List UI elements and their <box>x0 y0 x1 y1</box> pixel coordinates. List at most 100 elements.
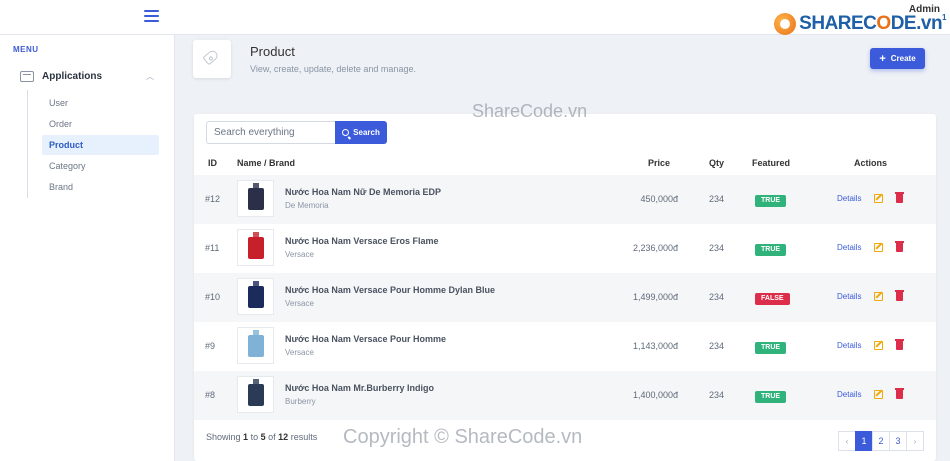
featured-badge: TRUE <box>755 342 787 354</box>
plus-icon: + <box>879 52 886 65</box>
product-price: 1,143,000đ <box>632 341 678 351</box>
create-button[interactable]: + Create <box>870 48 925 69</box>
edit-icon[interactable] <box>874 194 883 203</box>
edit-icon[interactable] <box>874 341 883 350</box>
product-thumbnail <box>237 327 274 364</box>
watermark-top: ShareCode.vn <box>472 101 588 121</box>
pagination-page-3[interactable]: 3 <box>889 431 907 451</box>
product-table-card: Search ID Name / Brand Price Qty Feature… <box>194 114 936 461</box>
pagination-page-2[interactable]: 2 <box>872 431 890 451</box>
results-summary: Showing 1 to 5 of 12 results <box>206 432 318 442</box>
product-name: Nước Hoa Nam Versace Eros Flame <box>285 236 439 246</box>
trash-icon[interactable] <box>895 192 904 203</box>
row-id: #8 <box>205 390 216 400</box>
product-qty: 234 <box>709 194 725 204</box>
search-button[interactable]: Search <box>335 121 387 144</box>
page-title: Product <box>250 44 295 59</box>
table-row: #9 Nước Hoa Nam Versace Pour Homme Versace… <box>194 322 936 371</box>
product-thumbnail <box>237 180 274 217</box>
details-link[interactable]: Details <box>837 243 861 252</box>
column-header-qty[interactable]: Qty <box>709 158 724 168</box>
pagination-page-1[interactable]: 1 <box>855 431 873 451</box>
table-header: ID Name / Brand Price Qty Featured Actio… <box>194 153 936 175</box>
product-qty: 234 <box>709 292 725 302</box>
pagination-next[interactable]: › <box>906 431 924 451</box>
column-header-price[interactable]: Price <box>648 158 670 168</box>
product-brand: Versace <box>285 250 314 259</box>
sidebar: MENU Applications ︿ User Order Product C… <box>0 35 175 461</box>
product-price: 1,400,000đ <box>632 390 678 400</box>
menu-heading: MENU <box>13 45 39 54</box>
trash-icon[interactable] <box>895 290 904 301</box>
edit-icon[interactable] <box>874 390 883 399</box>
details-link[interactable]: Details <box>837 341 861 350</box>
sidebar-item-category[interactable]: Category <box>42 156 159 176</box>
featured-badge: TRUE <box>755 391 787 403</box>
top-bar: Admin SHARECODE.vn1 <box>0 0 950 35</box>
product-brand: Versace <box>285 299 314 308</box>
search-input[interactable] <box>206 121 335 144</box>
product-qty: 234 <box>709 243 725 253</box>
row-id: #9 <box>205 341 216 351</box>
header-icon-box <box>193 40 231 78</box>
product-name: Nước Hoa Nam Versace Pour Homme Dylan Bl… <box>285 285 495 295</box>
logo-mark-icon <box>774 13 797 35</box>
search-button-label: Search <box>353 128 380 137</box>
box-icon <box>20 70 34 82</box>
trash-icon[interactable] <box>895 388 904 399</box>
product-qty: 234 <box>709 341 725 351</box>
details-link[interactable]: Details <box>837 292 861 301</box>
column-header-actions: Actions <box>854 158 888 168</box>
perfume-bottle-icon <box>247 329 264 357</box>
sidebar-group-label: Applications <box>42 70 103 82</box>
page-header: Product View, create, update, delete and… <box>175 35 950 96</box>
pagination: ‹ 1 2 3 › <box>838 431 924 451</box>
product-brand: Burberry <box>285 397 316 406</box>
featured-badge: TRUE <box>755 195 787 207</box>
product-price: 2,236,000đ <box>632 243 678 253</box>
product-qty: 234 <box>709 390 725 400</box>
column-header-id[interactable]: ID <box>208 158 217 168</box>
page-subtitle: View, create, update, delete and manage. <box>250 64 416 74</box>
sidebar-item-product[interactable]: Product <box>42 135 159 155</box>
table-row: #11 Nước Hoa Nam Versace Eros Flame Versac… <box>194 224 936 273</box>
column-header-name[interactable]: Name / Brand <box>237 158 295 168</box>
product-thumbnail <box>237 376 274 413</box>
row-id: #12 <box>205 194 221 204</box>
perfume-bottle-icon <box>247 378 264 406</box>
table-row: #8 Nước Hoa Nam Mr.Burberry Indigo Burberr… <box>194 371 936 420</box>
watermark-bottom: Copyright © ShareCode.vn <box>343 426 583 448</box>
sidebar-item-user[interactable]: User <box>42 93 159 113</box>
perfume-bottle-icon <box>247 182 264 210</box>
sharecode-logo: SHARECODE.vn1 <box>774 13 946 35</box>
sidebar-item-order[interactable]: Order <box>42 114 159 134</box>
edit-icon[interactable] <box>874 292 883 301</box>
perfume-bottle-icon <box>247 231 264 259</box>
product-brand: De Memoria <box>285 201 329 210</box>
perfume-bottle-icon <box>247 280 264 308</box>
chevron-up-icon: ︿ <box>146 71 154 81</box>
submenu-divider <box>27 90 28 198</box>
row-id: #11 <box>205 243 220 253</box>
search-icon <box>342 129 350 136</box>
featured-badge: FALSE <box>755 293 790 305</box>
details-link[interactable]: Details <box>837 390 861 399</box>
sidebar-item-brand[interactable]: Brand <box>42 177 159 197</box>
sidebar-group-applications[interactable]: Applications ︿ <box>20 68 160 84</box>
table-body: #12 Nước Hoa Nam Nữ De Memoria EDP De Memo… <box>194 175 936 420</box>
create-button-label: Create <box>890 54 916 63</box>
product-brand: Versace <box>285 348 314 357</box>
trash-icon[interactable] <box>895 241 904 252</box>
product-thumbnail <box>237 278 274 315</box>
hamburger-icon[interactable] <box>144 10 159 22</box>
pagination-prev[interactable]: ‹ <box>838 431 856 451</box>
product-name: Nước Hoa Nam Mr.Burberry Indigo <box>285 383 434 393</box>
column-header-featured[interactable]: Featured <box>752 158 790 168</box>
product-price: 1,499,000đ <box>632 292 678 302</box>
trash-icon[interactable] <box>895 339 904 350</box>
tag-icon <box>202 48 220 66</box>
edit-icon[interactable] <box>874 243 883 252</box>
details-link[interactable]: Details <box>837 194 861 203</box>
product-price: 450,000đ <box>640 194 678 204</box>
product-thumbnail <box>237 229 274 266</box>
